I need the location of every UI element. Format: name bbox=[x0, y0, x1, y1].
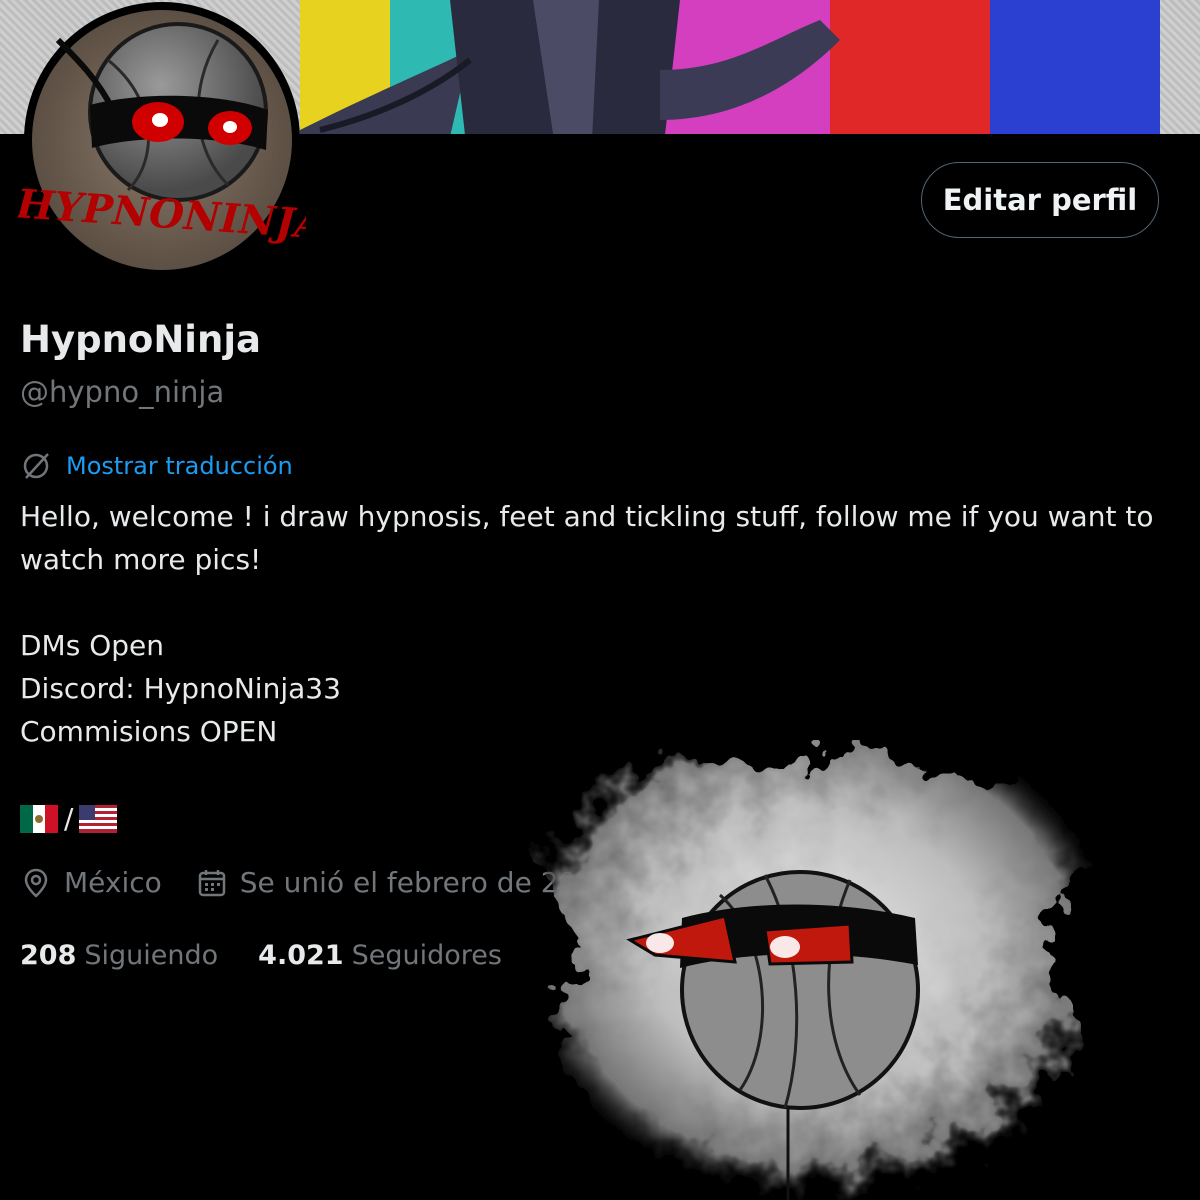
bio-line: watch more pics! bbox=[20, 543, 262, 576]
follow-stats: 208 Siguiendo 4.021 Seguidores bbox=[20, 940, 542, 971]
following-link[interactable]: 208 Siguiendo bbox=[20, 940, 218, 971]
calendar-icon bbox=[198, 869, 226, 896]
location-item: México bbox=[20, 866, 162, 899]
ninja-drawing-overlay bbox=[540, 745, 1090, 1200]
mexico-flag-icon bbox=[20, 804, 58, 833]
followers-count: 4.021 bbox=[258, 940, 344, 971]
followers-label: Seguidores bbox=[351, 940, 502, 971]
following-label: Siguiendo bbox=[84, 940, 219, 971]
translate-row[interactable]: Mostrar traducción bbox=[20, 450, 293, 482]
location-text: México bbox=[64, 866, 162, 899]
user-handle: @hypno_ninja bbox=[20, 375, 225, 409]
profile-bio: Hello, welcome ! i draw hypnosis, feet a… bbox=[20, 495, 1170, 753]
bio-line: Discord: HypnoNinja33 bbox=[20, 672, 341, 705]
followers-link[interactable]: 4.021 Seguidores bbox=[258, 940, 502, 971]
bio-line: Hello, welcome ! i draw hypnosis, feet a… bbox=[20, 500, 1154, 533]
profile-avatar[interactable]: HYPNONINJA bbox=[18, 0, 306, 280]
location-pin-icon bbox=[24, 868, 48, 898]
flags-separator: / bbox=[64, 802, 74, 835]
display-name: HypnoNinja bbox=[20, 318, 261, 361]
usa-flag-icon bbox=[79, 804, 118, 833]
following-count: 208 bbox=[20, 940, 77, 971]
edit-profile-button[interactable]: Editar perfil bbox=[921, 162, 1159, 238]
banner-character-art bbox=[300, 0, 840, 134]
globe-slash-icon bbox=[23, 453, 49, 479]
bio-flags: / bbox=[20, 802, 118, 835]
bio-line: DMs Open bbox=[20, 629, 164, 662]
show-translation-link[interactable]: Mostrar traducción bbox=[66, 452, 293, 480]
